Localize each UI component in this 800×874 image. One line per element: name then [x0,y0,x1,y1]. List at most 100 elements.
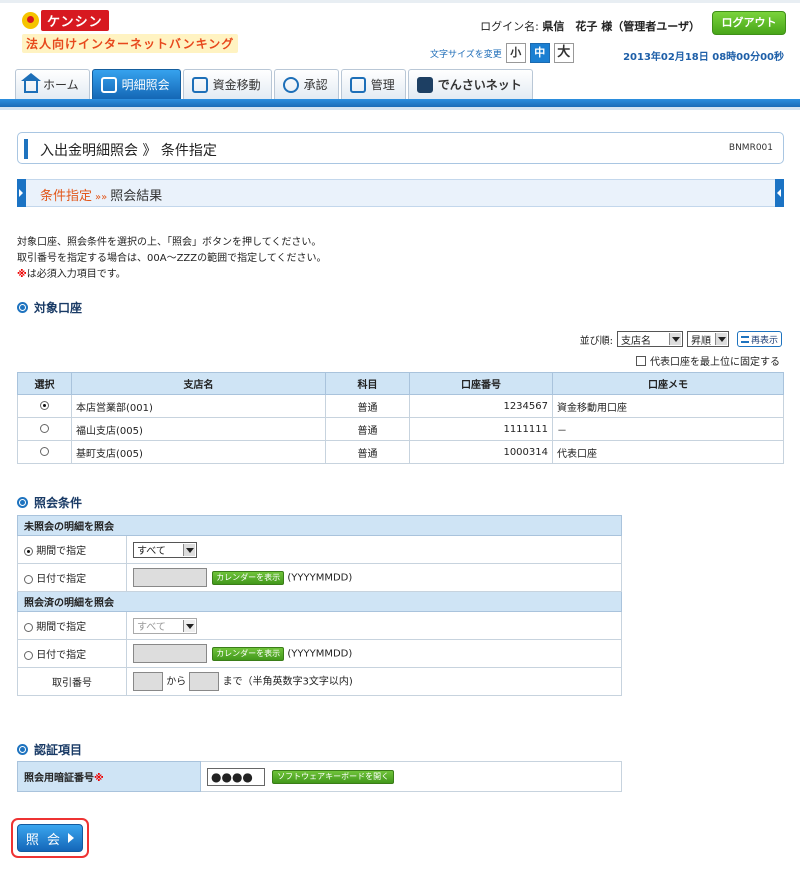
dropdown-arrow-icon [183,543,195,556]
auth-table: 照会用暗証番号※ ●●●● ソフトウェアキーボードを開く [17,761,622,792]
software-keyboard-button[interactable]: ソフトウェアキーボードを開く [272,769,395,784]
unref-date-input[interactable] [133,568,207,587]
tab-home[interactable]: ホーム [15,69,90,99]
font-size-medium-button[interactable]: 中 [529,43,550,63]
logo-name: ケンシン [41,9,109,31]
ref-period-option[interactable]: 期間で指定 [17,611,127,640]
user-admin-icon [349,76,366,93]
screen-id: BNMR001 [728,143,773,153]
number-cell: 1234567 [409,394,553,418]
step-right-icon [775,179,784,207]
tab-admin[interactable]: 管理 [340,69,406,99]
dropdown-arrow-icon [714,333,727,345]
pin-input[interactable]: ●●●● [207,767,265,786]
period-value: すべて [137,622,166,633]
redisplay-label: 再表示 [750,335,778,346]
option-label: 日付で指定 [36,574,87,585]
inquiry-button[interactable]: 照 会 [17,824,83,852]
account-radio[interactable] [40,424,49,433]
branch-cell: 基町支店(005) [71,440,326,464]
auth-heading: 認証項目 [17,741,82,758]
unref-period-select[interactable]: すべて [133,541,197,558]
dropdown-arrow-icon [183,619,195,632]
tab-label: でんさいネット [437,78,522,92]
list-icon [740,335,749,343]
table-row[interactable]: 本店営業部(001) 普通 1234567 資金移動用口座 [17,394,784,418]
sort-order-select[interactable]: 昇順 [686,331,729,347]
unref-period-option[interactable]: 期間で指定 [17,535,127,564]
fix-representative-option[interactable]: 代表口座を最上位に固定する [636,353,780,368]
ref-period-select[interactable]: すべて [133,617,197,634]
tab-approval[interactable]: 承認 [273,69,339,99]
date-format-hint: (YYYYMMDD) [287,572,353,584]
step-indicator: 条件指定»» 照会結果 [17,179,784,207]
main-nav: ホーム 明細照会 資金移動 承認 管理 でんさいネット [15,69,535,99]
page-title-panel: 入出金明細照会 》 条件指定 BNMR001 [17,132,784,164]
submit-highlight: 照 会 [11,818,89,858]
ref-calendar-button[interactable]: カレンダーを表示 [212,646,285,661]
sort-key-select[interactable]: 支店名 [616,331,683,347]
check-icon [282,76,299,93]
required-mark: ※ [17,269,27,280]
dropdown-arrow-icon [668,333,681,345]
current-datetime: 2013年02月18日 08時00分00秒 [623,52,784,63]
table-row[interactable]: 基町支店(005) 普通 1000314 代表口座 [17,440,784,464]
home-icon [21,72,41,93]
font-size-large-button[interactable]: 大 [553,43,574,63]
conditions-table: 未照会の明細を照会 期間で指定 すべて 日付で指定 カレンダーを表示 (YYYY… [17,515,622,696]
unref-date-option[interactable]: 日付で指定 [17,563,127,592]
statement-icon [100,76,117,93]
logout-button[interactable]: ログアウト [712,11,786,35]
ref-period-radio[interactable] [24,622,33,632]
option-label: 期間で指定 [36,622,87,633]
tab-densai[interactable]: でんさいネット [407,69,533,99]
section-bullet-icon [17,302,28,313]
txn-to-input[interactable] [189,672,220,691]
section-bullet-icon [17,744,28,755]
table-row[interactable]: 福山支店(005) 普通 1111111 － [17,417,784,441]
ref-date-radio[interactable] [24,650,33,660]
col-branch: 支店名 [71,372,326,395]
txn-from-label: から [166,676,187,688]
nav-bar-shadow [0,107,800,110]
referenced-heading: 照会済の明細を照会 [17,591,622,612]
unref-date-radio[interactable] [24,574,33,584]
branch-cell: 福山支店(005) [71,417,326,441]
font-size-label: 文字サイズを変更 [430,49,502,60]
unref-calendar-button[interactable]: カレンダーを表示 [212,570,285,585]
type-cell: 普通 [325,417,410,441]
ref-date-option[interactable]: 日付で指定 [17,639,127,668]
step-next: 照会結果 [110,189,163,204]
redisplay-button[interactable]: 再表示 [736,331,782,347]
txn-to-label: まで（半角英数字3文字以内) [222,676,353,688]
logo-mark-icon [22,11,39,29]
sort-controls: 並び順: 支店名 昇順 再表示 [580,331,782,347]
tab-transfer[interactable]: 資金移動 [182,69,272,99]
sort-label: 並び順: [579,335,613,347]
tab-statement[interactable]: 明細照会 [91,69,181,99]
type-cell: 普通 [325,394,410,418]
account-radio[interactable] [40,447,49,456]
memo-cell: 代表口座 [552,440,784,464]
login-label: ログイン名: [480,20,539,33]
bank-logo[interactable]: ケンシン 法人向けインターネットバンキング [22,9,239,53]
transfer-icon [191,76,208,93]
number-cell: 1000314 [409,440,553,464]
unref-period-radio[interactable] [24,546,33,556]
txn-from-input[interactable] [133,672,163,691]
tab-label: 管理 [370,78,395,92]
account-radio[interactable] [40,401,49,410]
inquiry-button-label: 照 会 [25,832,63,848]
login-info: ログイン名: 県信 花子 様（管理者ユーザ） [480,18,700,34]
font-size-small-button[interactable]: 小 [505,43,526,63]
conditions-heading: 照会条件 [17,494,82,511]
pin-label: 照会用暗証番号 [24,773,94,784]
fix-representative-checkbox[interactable] [636,355,646,366]
instruction-line: は必須入力項目です。 [26,269,126,280]
branch-cell: 本店営業部(001) [71,394,326,418]
step-current: 条件指定 [40,189,93,204]
page-title: 入出金明細照会 》 条件指定 [40,143,217,159]
font-size-switcher: 文字サイズを変更 小 中 大 [430,43,574,63]
sort-order-value: 昇順 [690,335,711,347]
ref-date-input[interactable] [133,644,207,663]
